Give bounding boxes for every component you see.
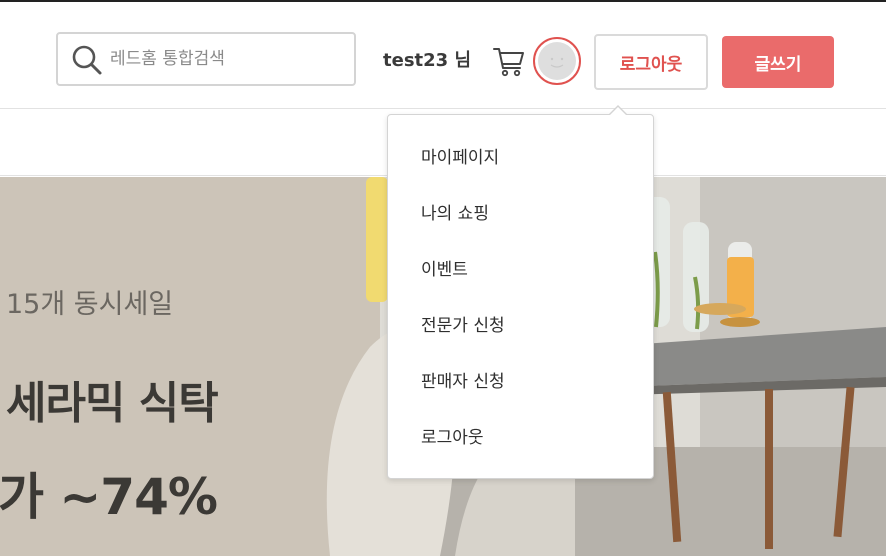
username-label: test23 님 [383,50,472,71]
dropdown-list: 마이페이지 나의 쇼핑 이벤트 전문가 신청 판매자 신청 로그아웃 [388,115,653,463]
banner-title: 세라믹 식탁 [6,378,219,429]
banner-subtitle: 15개 동시세일 [6,289,174,320]
menu-item-mypage[interactable]: 마이페이지 [388,127,653,183]
logout-button[interactable]: 로그아웃 [594,34,708,90]
header: test23 님 로그아웃 글쓰기 [0,2,886,109]
search-icon[interactable] [70,43,104,77]
banner-discount: 가 ~74% [0,468,218,526]
write-button[interactable]: 글쓰기 [722,36,834,88]
menu-item-expert-apply[interactable]: 전문가 신청 [388,295,653,351]
avatar[interactable] [533,37,581,85]
dropdown-caret-inner [609,107,627,116]
user-dropdown-menu: 마이페이지 나의 쇼핑 이벤트 전문가 신청 판매자 신청 로그아웃 [387,105,654,479]
avatar-icon [538,42,576,80]
search-box[interactable] [56,32,356,86]
cart-icon[interactable] [492,44,526,78]
menu-item-event[interactable]: 이벤트 [388,239,653,295]
menu-item-seller-apply[interactable]: 판매자 신청 [388,351,653,407]
search-input[interactable] [110,44,340,74]
menu-item-logout[interactable]: 로그아웃 [388,407,653,463]
menu-item-my-shopping[interactable]: 나의 쇼핑 [388,183,653,239]
